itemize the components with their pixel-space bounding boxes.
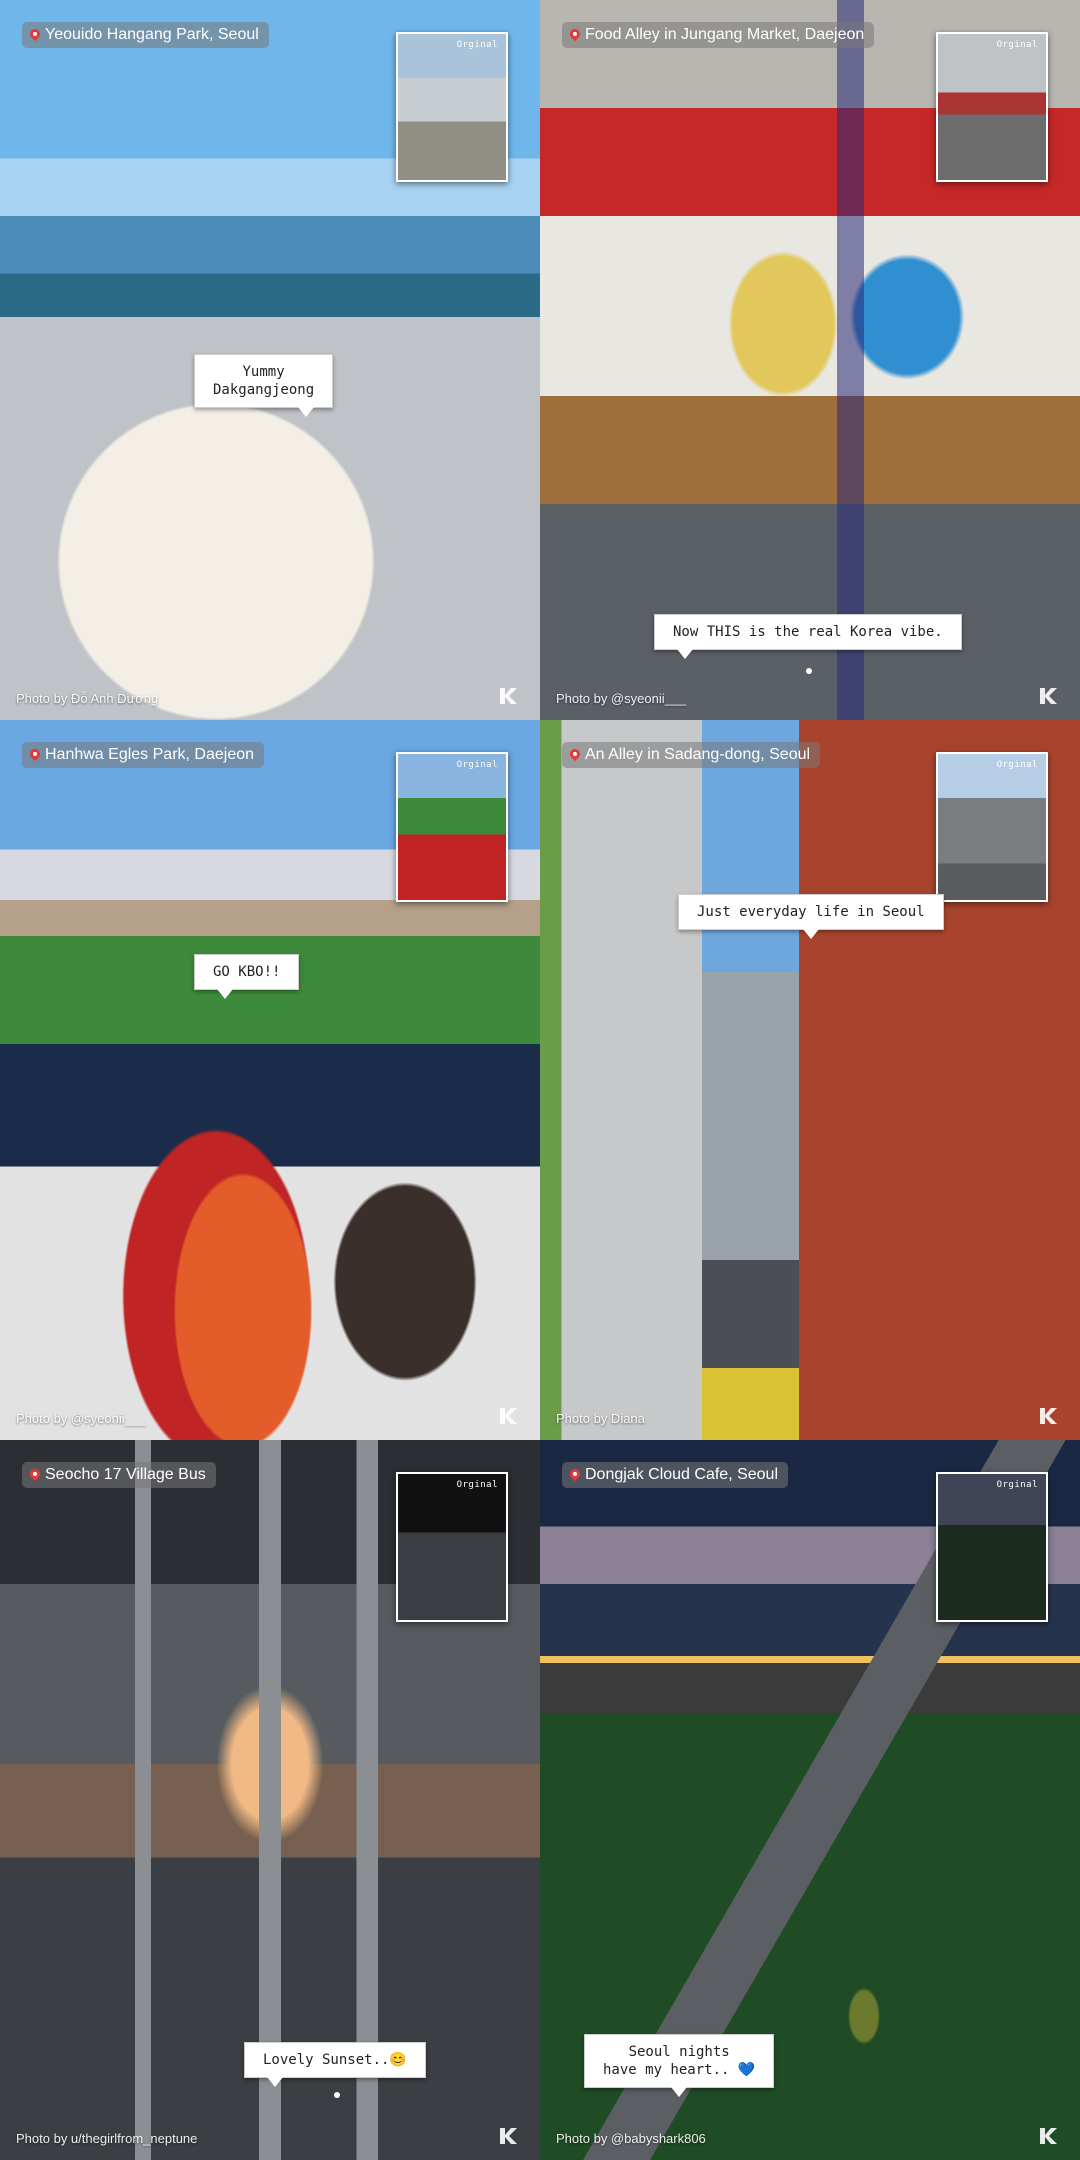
photo-credit: Photo by u/thegirlfrom_neptune	[16, 2131, 198, 2146]
speech-bubble: Seoul nights have my heart.. 💙	[584, 2034, 775, 2088]
photo-credit: Photo by Đỗ Anh Dương	[16, 691, 159, 706]
photo-tile-hanhwa-park[interactable]: Hanhwa Egles Park, Daejeon Orginal GO KB…	[0, 720, 540, 1440]
location-pin-icon	[30, 1469, 40, 1482]
location-label: Dongjak Cloud Cafe, Seoul	[585, 1466, 779, 1483]
location-badge: Yeouido Hangang Park, Seoul	[22, 22, 269, 48]
location-label: Seocho 17 Village Bus	[45, 1466, 206, 1483]
original-photo-inset[interactable]: Orginal	[936, 32, 1048, 182]
location-label: An Alley in Sadang-dong, Seoul	[585, 746, 811, 763]
photo-tile-yeouido[interactable]: Yeouido Hangang Park, Seoul Orginal Yumm…	[0, 0, 540, 720]
location-badge: Food Alley in Jungang Market, Daejeon	[562, 22, 875, 48]
brand-logo-icon	[500, 1408, 517, 1424]
inset-label: Orginal	[996, 40, 1038, 50]
brand-logo-icon	[500, 688, 517, 704]
brand-logo-icon	[1040, 688, 1057, 704]
photo-credit: Photo by @syeonii___	[16, 1411, 147, 1426]
photo-credit: Photo by @babyshark806	[556, 2131, 706, 2146]
location-pin-icon	[570, 749, 580, 762]
photo-grid: Yeouido Hangang Park, Seoul Orginal Yumm…	[0, 0, 1080, 2160]
location-pin-icon	[30, 29, 40, 42]
speech-bubble: Now THIS is the real Korea vibe.	[654, 614, 962, 659]
photo-credit: Photo by @syeonii___	[556, 691, 687, 706]
location-badge: Dongjak Cloud Cafe, Seoul	[562, 1462, 789, 1488]
speech-bubble: Just everyday life in Seoul	[678, 894, 944, 930]
location-label: Yeouido Hangang Park, Seoul	[45, 26, 259, 43]
original-photo-inset[interactable]: Orginal	[396, 752, 508, 902]
location-badge: An Alley in Sadang-dong, Seoul	[562, 742, 821, 768]
speech-bubble: GO KBO!!	[194, 954, 300, 999]
original-photo-inset[interactable]: Orginal	[936, 1472, 1048, 1622]
location-badge: Hanhwa Egles Park, Daejeon	[22, 742, 265, 768]
inset-label: Orginal	[996, 760, 1038, 770]
brand-logo-icon	[500, 2128, 517, 2144]
speech-bubble: Yummy Dakgangjeong	[194, 354, 334, 417]
inset-label: Orginal	[996, 1480, 1038, 1490]
photo-credit: Photo by Diana	[556, 1411, 645, 1426]
location-label: Hanhwa Egles Park, Daejeon	[45, 746, 255, 763]
speech-bubble: Lovely Sunset..😊	[244, 2042, 426, 2087]
pagination-dot	[334, 2092, 340, 2098]
location-label: Food Alley in Jungang Market, Daejeon	[585, 26, 865, 43]
photo-tile-jungang-market[interactable]: Food Alley in Jungang Market, Daejeon Or…	[540, 0, 1080, 720]
location-badge: Seocho 17 Village Bus	[22, 1462, 216, 1488]
inset-label: Orginal	[456, 760, 498, 770]
inset-label: Orginal	[456, 40, 498, 50]
location-pin-icon	[570, 1469, 580, 1482]
original-photo-inset[interactable]: Orginal	[396, 1472, 508, 1622]
original-photo-inset[interactable]: Orginal	[396, 32, 508, 182]
brand-logo-icon	[1040, 2128, 1057, 2144]
original-photo-inset[interactable]: Orginal	[936, 752, 1048, 902]
location-pin-icon	[570, 29, 580, 42]
photo-tile-seocho-bus[interactable]: Seocho 17 Village Bus Orginal Lovely Sun…	[0, 1440, 540, 2160]
brand-logo-icon	[1040, 1408, 1057, 1424]
location-pin-icon	[30, 749, 40, 762]
photo-tile-dongjak-cafe[interactable]: Dongjak Cloud Cafe, Seoul Orginal Seoul …	[540, 1440, 1080, 2160]
photo-tile-sadang-alley[interactable]: An Alley in Sadang-dong, Seoul Orginal J…	[540, 720, 1080, 1440]
inset-label: Orginal	[456, 1480, 498, 1490]
pagination-dot	[806, 668, 812, 674]
